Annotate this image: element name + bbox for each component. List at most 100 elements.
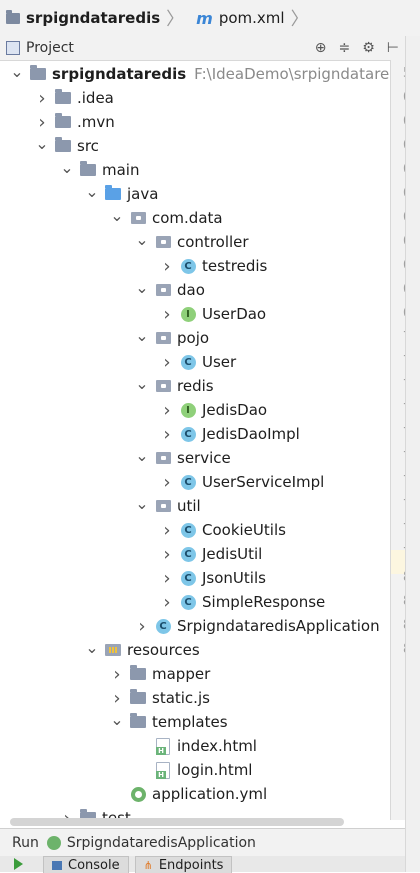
run-label: Run	[12, 835, 39, 851]
tree-node[interactable]: ⌄ resources	[85, 638, 199, 662]
chevron-down-icon[interactable]: ⌄	[135, 446, 149, 465]
folder-icon	[55, 113, 71, 130]
tree-node[interactable]: › I JedisDao	[160, 398, 267, 422]
project-tree: ⌄ srpigndataredis F:\IdeaDemo\srpigndatare…	[0, 60, 390, 820]
chevron-down-icon[interactable]: ⌄	[35, 134, 49, 153]
tree-node-label: JedisUtil	[202, 545, 263, 563]
locate-icon[interactable]: ⊕	[315, 40, 327, 56]
tree-node[interactable]: ⌄ pojo	[135, 326, 209, 350]
chevron-right-icon[interactable]: ›	[135, 616, 149, 637]
chevron-right-icon[interactable]: ›	[160, 592, 174, 613]
chevron-right-icon[interactable]: ›	[35, 112, 49, 133]
tree-node[interactable]: ›login.html	[135, 758, 252, 782]
tree-node[interactable]: ⌄ templates	[110, 710, 227, 734]
class-icon: C	[180, 258, 196, 274]
tree-node-label: static.js	[152, 689, 210, 707]
folder-icon	[80, 161, 96, 178]
class-icon: C	[180, 594, 196, 610]
chevron-right-icon[interactable]: ›	[110, 664, 124, 685]
project-view-selector[interactable]: Project	[6, 40, 74, 56]
chevron-down-icon[interactable]: ⌄	[135, 326, 149, 345]
chevron-down-icon[interactable]: ⌄	[110, 710, 124, 729]
editor-tab-strip	[405, 36, 420, 872]
tree-node-label: pojo	[177, 329, 210, 347]
tree-node[interactable]: ⌄ main	[60, 158, 139, 182]
tree-node-label: JsonUtils	[202, 569, 266, 587]
tree-node[interactable]: ⌄ controller	[135, 230, 248, 254]
tree-node[interactable]: ⌄ service	[135, 446, 230, 470]
tree-node-label: com.data	[152, 209, 223, 227]
collapse-all-icon[interactable]: ≑	[339, 40, 351, 56]
tree-node[interactable]: ›application.yml	[110, 782, 267, 806]
interface-icon: I	[180, 306, 196, 322]
tree-node-label: login.html	[177, 761, 253, 779]
run-config-name[interactable]: SrpigndataredisApplication	[67, 835, 256, 851]
chevron-down-icon[interactable]: ⌄	[10, 62, 24, 81]
tab-console-label: Console	[68, 857, 120, 873]
html-file-icon	[155, 761, 171, 779]
chevron-down-icon[interactable]: ⌄	[135, 374, 149, 393]
package-icon	[155, 450, 171, 466]
tree-node[interactable]: › C UserServiceImpl	[160, 470, 324, 494]
chevron-right-icon[interactable]: ›	[160, 256, 174, 277]
tree-node[interactable]: ⌄ util	[135, 494, 200, 518]
tree-node[interactable]: ⌄ srpigndataredis F:\IdeaDemo\srpigndatare…	[10, 62, 390, 86]
folder-icon	[55, 137, 71, 154]
gear-icon[interactable]: ⚙	[362, 40, 375, 56]
chevron-right-icon[interactable]: ›	[160, 568, 174, 589]
chevron-right-icon[interactable]: ›	[160, 520, 174, 541]
tab-console[interactable]: Console	[43, 856, 129, 873]
class-icon: C	[180, 546, 196, 562]
chevron-down-icon[interactable]: ⌄	[135, 230, 149, 249]
hide-icon[interactable]: ⊢	[387, 40, 399, 56]
resources-folder-icon	[105, 642, 121, 658]
tree-node[interactable]: › C JedisUtil	[160, 542, 262, 566]
folder-icon	[55, 89, 71, 106]
chevron-right-icon[interactable]: ›	[160, 472, 174, 493]
tree-node[interactable]: › C CookieUtils	[160, 518, 286, 542]
tree-node[interactable]: ⌄ com.data	[110, 206, 223, 230]
tree-node[interactable]: › I UserDao	[160, 302, 266, 326]
chevron-right-icon[interactable]: ›	[160, 400, 174, 421]
tree-node[interactable]: › C User	[160, 350, 236, 374]
tree-node[interactable]: ›index.html	[135, 734, 257, 758]
chevron-down-icon[interactable]: ⌄	[85, 638, 99, 657]
interface-icon: I	[180, 402, 196, 418]
tree-node-label: mapper	[152, 665, 211, 683]
chevron-down-icon[interactable]: ⌄	[60, 158, 74, 177]
chevron-down-icon[interactable]: ⌄	[110, 206, 124, 225]
chevron-down-icon[interactable]: ⌄	[85, 182, 99, 201]
tree-node-label: CookieUtils	[202, 521, 286, 539]
tree-node[interactable]: › mapper	[110, 662, 210, 686]
class-icon: C	[180, 426, 196, 442]
tree-node[interactable]: › C JsonUtils	[160, 566, 266, 590]
tree-node[interactable]: ⌄ dao	[135, 278, 205, 302]
run-play-icon[interactable]	[14, 858, 23, 870]
chevron-right-icon[interactable]: ›	[160, 352, 174, 373]
tree-node[interactable]: › C SrpigndataredisApplication	[135, 614, 379, 638]
tree-node[interactable]: ⌄ src	[35, 134, 99, 158]
console-icon	[52, 860, 62, 870]
tree-node[interactable]: › C SimpleResponse	[160, 590, 325, 614]
chevron-right-icon[interactable]: ›	[110, 688, 124, 709]
tree-node[interactable]: › .idea	[35, 86, 114, 110]
tab-endpoints[interactable]: ⋔ Endpoints	[134, 856, 233, 873]
tree-node[interactable]: ⌄ java	[85, 182, 158, 206]
tree-node[interactable]: › .mvn	[35, 110, 114, 134]
chevron-right-icon[interactable]: ›	[35, 88, 49, 109]
chevron-down-icon[interactable]: ⌄	[135, 494, 149, 513]
breadcrumb-project[interactable]: srpigndataredis	[6, 9, 160, 27]
class-icon: C	[180, 570, 196, 586]
yaml-file-icon	[130, 786, 146, 802]
chevron-down-icon[interactable]: ⌄	[135, 278, 149, 297]
horizontal-scrollbar[interactable]	[10, 818, 344, 826]
chevron-right-icon[interactable]: ›	[160, 304, 174, 325]
tree-node[interactable]: › static.js	[110, 686, 210, 710]
tree-node[interactable]: ⌄ redis	[135, 374, 213, 398]
tree-node-label: User	[202, 353, 237, 371]
chevron-right-icon[interactable]: ›	[160, 424, 174, 445]
chevron-right-icon[interactable]: ›	[160, 544, 174, 565]
tree-node[interactable]: › C JedisDaoImpl	[160, 422, 299, 446]
tree-node[interactable]: › Ctestredis	[160, 254, 267, 278]
breadcrumb-file[interactable]: m pom.xml	[196, 9, 284, 28]
